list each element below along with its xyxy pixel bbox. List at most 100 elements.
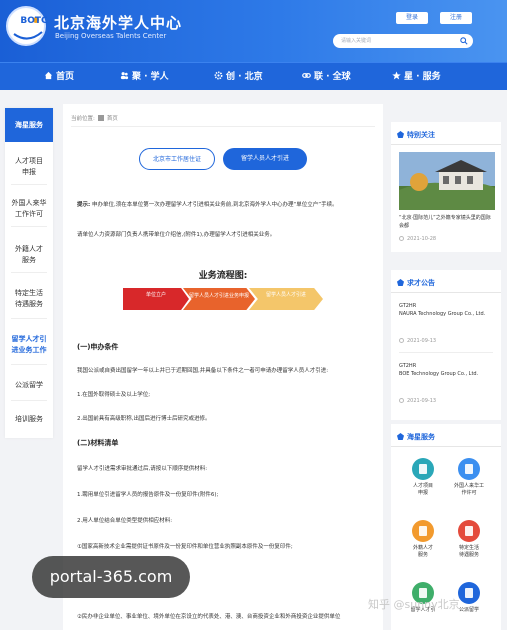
link-icon	[302, 73, 311, 78]
sidebar-item-training[interactable]: 培训服务	[5, 414, 53, 425]
section-heading: (二)材料清单	[77, 439, 119, 447]
register-button[interactable]: 注册	[440, 12, 472, 24]
site-subtitle: Beijing Overseas Talents Center	[55, 32, 167, 40]
job-date-text: 2021-09-13	[407, 398, 437, 404]
divider	[11, 364, 47, 365]
home-icon	[44, 71, 53, 80]
featured-title-text: 特别关注	[407, 131, 435, 139]
person-icon	[412, 520, 434, 542]
logo-graphic	[13, 17, 43, 40]
service-label: 外国人来华工 作许可	[453, 483, 484, 496]
passport-icon	[458, 458, 480, 480]
logo-text: BOTC	[20, 16, 48, 26]
clock-icon	[399, 338, 404, 343]
sidebar-item-foreign-talent[interactable]: 外籍人才 服务	[5, 244, 53, 266]
site-header: BOTC 北京海外学人中心 Beijing Overseas Talents C…	[0, 0, 507, 62]
intro-text: 请单位人力资源部门负责人携带单位介绍信,(附件1),办理留学人才引进相关业务。	[77, 232, 276, 238]
breadcrumb-label: 当前位置:	[71, 116, 95, 122]
site-logo[interactable]: BOTC	[6, 6, 48, 46]
star-icon	[392, 71, 401, 80]
pentagon-icon	[397, 279, 404, 286]
divider	[391, 144, 501, 145]
nav-item-label: 联 · 全球	[314, 72, 351, 82]
notice-body: 申办单位,须在本单位第一次办理留学人才引进相关业务前,到北京海外学人中心办理“单…	[91, 202, 338, 208]
heart-icon	[458, 520, 480, 542]
flow-step: 留学人员人才引进	[249, 288, 323, 310]
tab-residence-permit[interactable]: 北京市工作居住证	[139, 148, 215, 170]
site-title: 北京海外学人中心	[54, 14, 183, 32]
nav-item-talents[interactable]: 聚 · 学人	[120, 63, 169, 91]
materials-item: 1.聘用单位引进留学人员的报告原件及一份复印件(附件6);	[77, 492, 219, 498]
divider	[399, 352, 493, 353]
jobs-title: 求才公告	[397, 278, 435, 288]
sidebar-item-returnee-talent[interactable]: 留学人才引 进业务工作	[5, 334, 53, 356]
flow-title: 业务流程图:	[198, 271, 248, 281]
sidebar-item-living-benefits[interactable]: 特定生活 待遇服务	[5, 288, 53, 310]
breadcrumb-home-link[interactable]: 首页	[107, 116, 118, 122]
featured-date-text: 2021-10-28	[407, 236, 437, 242]
job-date-text: 2021-09-13	[407, 338, 437, 344]
divider	[391, 446, 501, 447]
breadcrumb: 当前位置: 首页	[71, 114, 118, 122]
pentagon-icon	[397, 131, 404, 138]
nav-item-global[interactable]: 联 · 全球	[302, 63, 351, 91]
featured-link[interactable]: “北京·国际范儿”之外籍专家镜头里的国际会都	[399, 214, 495, 230]
jobs-title-text: 求才公告	[407, 279, 435, 287]
service-tile-foreign-talent[interactable]: 外籍人才 服务	[401, 520, 445, 559]
nav-item-label: 首页	[56, 72, 75, 82]
condition-item: 1.在国外取得硕士及以上学位;	[77, 392, 151, 398]
nav-item-services[interactable]: 星 · 服务	[392, 63, 441, 91]
tab-talent-introduction[interactable]: 留学人员人才引进	[223, 148, 307, 170]
notice-prefix: 提示:	[77, 202, 91, 208]
service-label: 公派留学	[458, 607, 479, 613]
people-icon	[120, 72, 129, 80]
services-title: 海星服务	[397, 432, 435, 442]
document-icon	[412, 458, 434, 480]
conditions-intro: 我国公派或自费出国留学一年以上并已于近期回国,并具备以下条件之一者可申请办理留学…	[77, 368, 329, 374]
sidebar-item-study-abroad[interactable]: 公派留学	[5, 380, 53, 391]
divider	[11, 318, 47, 319]
divider	[11, 400, 47, 401]
materials-item: 2.用人单位结合单位类型提供相应材料:	[77, 518, 173, 524]
main-content: 当前位置: 首页 北京市工作居住证 留学人员人才引进 提示: 申办单位,须在本单位…	[63, 104, 383, 630]
page: BOTC 北京海外学人中心 Beijing Overseas Talents C…	[0, 0, 507, 630]
service-label: 特定生活 待遇服务	[458, 545, 479, 558]
nav-item-label: 创 · 北京	[226, 72, 263, 82]
sidebar-item-talent-project[interactable]: 人才项目 申报	[5, 156, 53, 178]
divider	[71, 126, 375, 127]
featured-panel: 特别关注 “北京·国际范儿”之外籍专家镜头里的国际会都 2021-10-28	[391, 122, 501, 252]
divider	[391, 292, 501, 293]
service-tile-work-permit[interactable]: 外国人来华工 作许可	[447, 458, 491, 497]
materials-intro: 留学人才引进需求审批通过后,请按以下顺序提供材料:	[77, 466, 208, 472]
watermark-zhihu: 知乎 @sunny北京	[368, 598, 460, 611]
nav-item-beijing[interactable]: 创 · 北京	[214, 63, 263, 91]
job-link[interactable]: GT2HR NAURA Technology Group Co., Ltd.	[399, 302, 495, 318]
job-date: 2021-09-13	[399, 338, 436, 344]
featured-image[interactable]	[399, 152, 495, 210]
nav-item-home[interactable]: 首页	[44, 63, 74, 91]
job-date: 2021-09-13	[399, 398, 436, 404]
materials-item: ①国家高新技术企业需提供证书原件及一份复印件和单位营业执照副本原件及一份复印件;	[77, 544, 293, 550]
jobs-panel: 求才公告 GT2HR NAURA Technology Group Co., L…	[391, 270, 501, 420]
process-flow: 单位立户 留学人员人才引进业务申报 留学人员人才引进	[123, 288, 323, 310]
login-button[interactable]: 登录	[396, 12, 428, 24]
home-icon	[97, 115, 104, 121]
pentagon-icon	[397, 433, 404, 440]
materials-item: ②民办非企业单位、事业单位、境外单位在京设立的代表处、港、澳、台商投资企业和外商…	[77, 614, 341, 620]
service-tile-living-benefits[interactable]: 特定生活 待遇服务	[447, 520, 491, 559]
search-input[interactable]: 请输入关键词	[333, 34, 473, 48]
search-placeholder: 请输入关键词	[341, 38, 372, 44]
divider	[11, 226, 47, 227]
service-tile-talent-project[interactable]: 人才项目 申报	[401, 458, 445, 497]
sidebar-item-work-permit[interactable]: 外国人来华 工作许可	[5, 198, 53, 220]
job-link[interactable]: GT2HR BOE Technology Group Co., Ltd.	[399, 362, 495, 378]
flow-step: 单位立户	[123, 288, 189, 310]
plane-icon	[458, 582, 480, 604]
services-title-text: 海星服务	[407, 433, 435, 441]
notice-text: 提示: 申办单位,须在本单位第一次办理留学人才引进相关业务前,到北京海外学人中心…	[77, 200, 377, 210]
clock-icon	[399, 398, 404, 403]
search-icon[interactable]	[460, 37, 468, 45]
nav-item-label: 星 · 服务	[404, 72, 441, 82]
sidebar-header: 海星服务	[5, 108, 53, 142]
gear-icon	[214, 71, 223, 80]
